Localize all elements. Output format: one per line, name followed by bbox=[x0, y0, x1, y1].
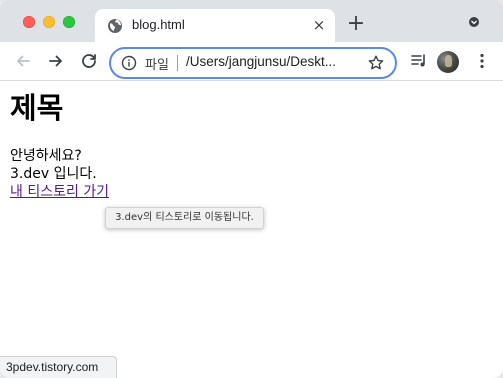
link-tooltip: 3.dev의 티스토리로 이동됩니다. bbox=[105, 207, 264, 229]
chevron-down-icon[interactable] bbox=[468, 17, 480, 27]
info-icon[interactable] bbox=[121, 55, 137, 71]
minimize-window-button[interactable] bbox=[43, 16, 55, 28]
close-icon[interactable]: × bbox=[311, 17, 327, 33]
zoom-window-button[interactable] bbox=[63, 16, 75, 28]
new-tab-button[interactable]: + bbox=[346, 13, 366, 35]
globe-icon bbox=[108, 19, 122, 33]
close-window-button[interactable] bbox=[23, 16, 35, 28]
star-icon[interactable] bbox=[367, 54, 385, 72]
reload-button[interactable] bbox=[78, 50, 100, 72]
back-button[interactable] bbox=[12, 50, 34, 72]
status-bar-url: 3pdev.tistory.com bbox=[0, 356, 117, 378]
intro-text: 3.dev 입니다. bbox=[10, 166, 97, 182]
tab-strip: blog.html × + bbox=[0, 0, 503, 42]
tistory-link[interactable]: 내 티스토리 가기 bbox=[10, 184, 109, 200]
tab-blog[interactable]: blog.html × bbox=[95, 9, 335, 42]
tab-title: blog.html bbox=[132, 17, 185, 32]
greeting-text: 안녕하세요? bbox=[10, 148, 82, 164]
page-title: 제목 bbox=[10, 91, 64, 125]
browser-window: blog.html × + 파일 /Users/jangjunsu/Deskt.… bbox=[0, 0, 503, 378]
page-content: 제목 안녕하세요? 3.dev 입니다. 내 티스토리 가기 3.dev의 티스… bbox=[0, 81, 503, 378]
page-paragraph: 안녕하세요? 3.dev 입니다. 내 티스토리 가기 bbox=[10, 147, 109, 201]
address-separator bbox=[177, 55, 178, 71]
kebab-menu-icon[interactable] bbox=[472, 51, 492, 71]
address-bar[interactable]: 파일 /Users/jangjunsu/Deskt... bbox=[109, 47, 397, 79]
avatar[interactable] bbox=[437, 51, 459, 73]
reading-list-icon[interactable] bbox=[409, 51, 429, 71]
forward-button[interactable] bbox=[45, 50, 67, 72]
security-label[interactable]: 파일 bbox=[145, 54, 169, 73]
url-text[interactable]: /Users/jangjunsu/Deskt... bbox=[186, 54, 366, 69]
browser-toolbar: 파일 /Users/jangjunsu/Deskt... bbox=[0, 42, 503, 81]
